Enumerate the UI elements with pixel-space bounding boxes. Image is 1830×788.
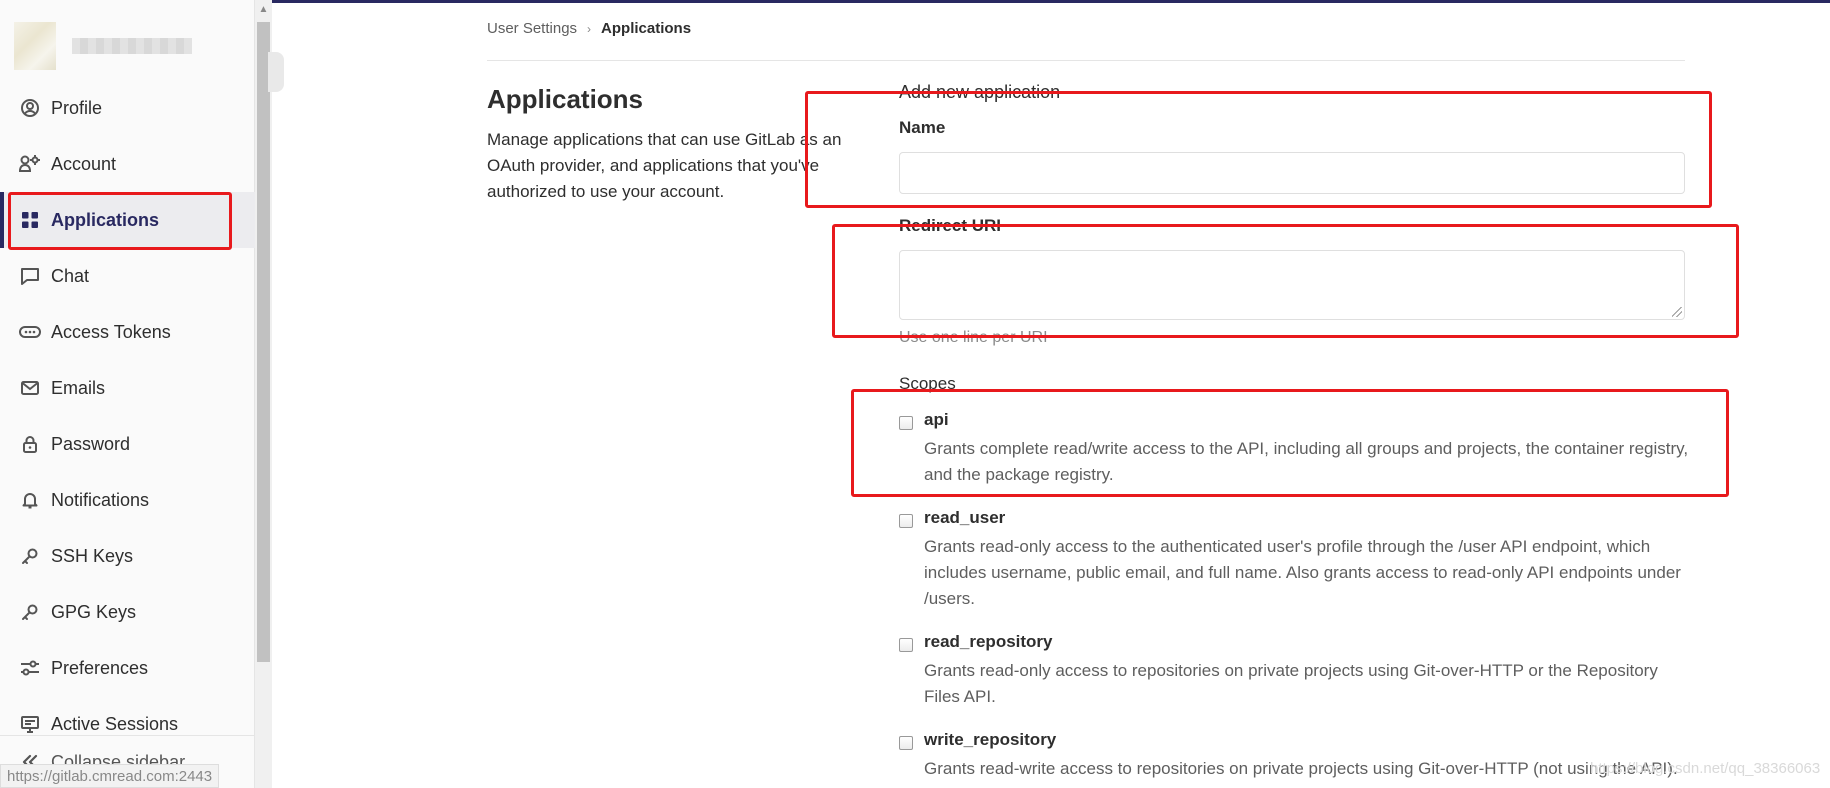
avatar[interactable]: [14, 22, 56, 70]
account-icon: [18, 152, 42, 176]
sidebar-item-label: Account: [51, 153, 117, 174]
sidebar-item-emails[interactable]: Emails: [0, 360, 255, 416]
sidebar-scrollbar[interactable]: ▲: [255, 0, 272, 788]
top-accent-bar: [0, 0, 1830, 3]
annotation-box-api-scope: [851, 389, 1729, 497]
lock-icon: [18, 432, 42, 456]
watermark-text: https://blog.csdn.net/qq_38366063: [1590, 760, 1821, 777]
mail-icon: [18, 376, 42, 400]
preferences-icon: [18, 656, 42, 680]
scope-name: read_repository: [924, 632, 1053, 651]
sidebar-item-profile[interactable]: Profile: [0, 80, 255, 136]
sidebar-item-access-tokens[interactable]: Access Tokens: [0, 304, 255, 360]
chat-icon: [18, 264, 42, 288]
sidebar-item-label: Preferences: [51, 657, 149, 678]
scope-checkbox-read-repository[interactable]: [899, 638, 913, 652]
status-bar-url: https://gitlab.cmread.com:2443: [0, 764, 220, 788]
sidebar-item-preferences[interactable]: Preferences: [0, 640, 255, 696]
sidebar-item-password[interactable]: Password: [0, 416, 255, 472]
scope-write-repository: write_repository Grants read-write acces…: [899, 730, 1699, 788]
scrollbar-thumb[interactable]: [257, 22, 270, 662]
sidebar-item-notifications[interactable]: Notifications: [0, 472, 255, 528]
bell-icon: [18, 488, 42, 512]
username-redacted: [72, 38, 192, 54]
monitor-icon: [18, 712, 42, 736]
breadcrumb-current[interactable]: Applications: [601, 20, 691, 37]
sidebar-item-label: Access Tokens: [51, 321, 171, 342]
sidebar-item-label: Profile: [51, 97, 103, 118]
sidebar-item-label: Chat: [51, 265, 90, 286]
key-icon: [18, 600, 42, 624]
chevron-right-icon: ›: [587, 21, 592, 36]
sidebar-item-label: Active Sessions: [51, 713, 179, 734]
sidebar-item-label: Notifications: [51, 489, 150, 510]
scope-checkbox-write-repository[interactable]: [899, 736, 913, 750]
scroll-up-icon[interactable]: ▲: [255, 2, 272, 18]
sidebar-item-label: SSH Keys: [51, 545, 134, 566]
scope-name: write_repository: [924, 730, 1057, 749]
profile-icon: [18, 96, 42, 120]
divider: [487, 60, 1685, 61]
scope-name: read_user: [924, 508, 1006, 527]
scope-description: Grants read-only access to repositories …: [924, 661, 1658, 706]
sidebar-item-label: GPG Keys: [51, 601, 137, 622]
scope-checkbox-read-user[interactable]: [899, 514, 913, 528]
sidebar-toggle-handle[interactable]: [268, 52, 284, 92]
annotation-box-applications: [8, 192, 232, 250]
sidebar-item-chat[interactable]: Chat: [0, 248, 255, 304]
user-identity[interactable]: [14, 22, 192, 70]
sidebar-item-gpg-keys[interactable]: GPG Keys: [0, 584, 255, 640]
annotation-box-redirect-uri: [832, 224, 1739, 338]
scope-description: Grants read-write access to repositories…: [924, 759, 1678, 778]
scope-description: Grants read-only access to the authentic…: [924, 537, 1681, 608]
sidebar-nav: Profile Account Applications Chat Access…: [0, 80, 255, 752]
sidebar-item-account[interactable]: Account: [0, 136, 255, 192]
key-icon: [18, 544, 42, 568]
sidebar-item-label: Password: [51, 433, 131, 454]
settings-sidebar: Profile Account Applications Chat Access…: [0, 0, 255, 788]
token-icon: [18, 320, 42, 344]
breadcrumb-user-settings[interactable]: User Settings: [487, 20, 577, 37]
annotation-box-name: [805, 91, 1712, 208]
sidebar-item-label: Emails: [51, 377, 106, 398]
breadcrumb: User Settings › Applications: [487, 20, 691, 37]
page-title: Applications: [487, 84, 644, 114]
sidebar-item-ssh-keys[interactable]: SSH Keys: [0, 528, 255, 584]
